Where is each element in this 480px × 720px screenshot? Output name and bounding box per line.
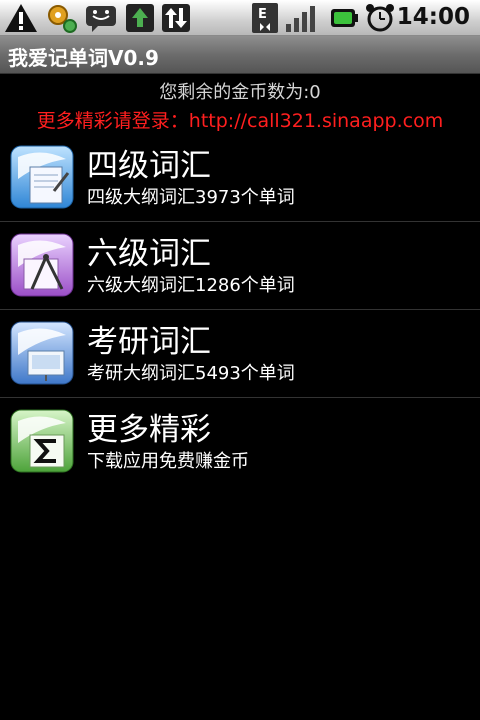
app-title: 我爱记单词V0.9 bbox=[8, 46, 159, 70]
login-link[interactable]: 更多精彩请登录：http://call321.sinaapp.com bbox=[0, 106, 480, 133]
list-item-subtitle: 四级大纲词汇3973个单词 bbox=[87, 187, 295, 208]
list-item-title: 考研词汇 bbox=[87, 324, 211, 360]
alarm-clock-icon bbox=[366, 4, 394, 32]
status-bar: E 14:00 bbox=[0, 0, 480, 36]
chat-icon[interactable] bbox=[84, 2, 118, 34]
document-pen-icon bbox=[10, 145, 74, 209]
list-item-title: 更多精彩 bbox=[87, 412, 211, 448]
settings-gear-icon[interactable] bbox=[44, 2, 80, 34]
coin-balance: 您剩余的金币数为:0 bbox=[159, 82, 321, 103]
edge-data-icon: E bbox=[252, 3, 278, 33]
list-item-cet4[interactable]: 四级词汇 四级大纲词汇3973个单词 bbox=[0, 134, 480, 222]
drawing-compass-icon bbox=[10, 233, 74, 297]
phone-screen: E 14:00 我爱记单词V0.9 您剩余的金币数为:0 更多精彩请登录：htt… bbox=[0, 0, 480, 720]
list-item-subtitle: 六级大纲词汇1286个单词 bbox=[87, 275, 295, 296]
warning-icon[interactable] bbox=[4, 2, 38, 34]
sigma-formula-icon bbox=[10, 409, 74, 473]
list-item-cet6[interactable]: 六级词汇 六级大纲词汇1286个单词 bbox=[0, 222, 480, 310]
upload-icon[interactable] bbox=[124, 2, 156, 34]
presentation-icon bbox=[10, 321, 74, 385]
list-item-more[interactable]: 更多精彩 下载应用免费赚金币 bbox=[0, 398, 480, 486]
list-item-title: 四级词汇 bbox=[87, 148, 211, 184]
list-item-title: 六级词汇 bbox=[87, 236, 211, 272]
list-item-subtitle: 考研大纲词汇5493个单词 bbox=[87, 363, 295, 384]
sync-arrows-icon[interactable] bbox=[160, 2, 192, 34]
app-title-bar: 我爱记单词V0.9 bbox=[0, 36, 480, 74]
network-type-label: E bbox=[258, 7, 267, 22]
signal-bars-icon bbox=[286, 6, 315, 32]
status-clock: 14:00 bbox=[396, 4, 470, 30]
list-item-subtitle: 下载应用免费赚金币 bbox=[87, 451, 249, 472]
list-item-postgrad[interactable]: 考研词汇 考研大纲词汇5493个单词 bbox=[0, 310, 480, 398]
vocab-list: 四级词汇 四级大纲词汇3973个单词 六级词汇 六级大纲词汇1286个单词 考研… bbox=[0, 134, 480, 486]
battery-icon bbox=[331, 9, 358, 27]
